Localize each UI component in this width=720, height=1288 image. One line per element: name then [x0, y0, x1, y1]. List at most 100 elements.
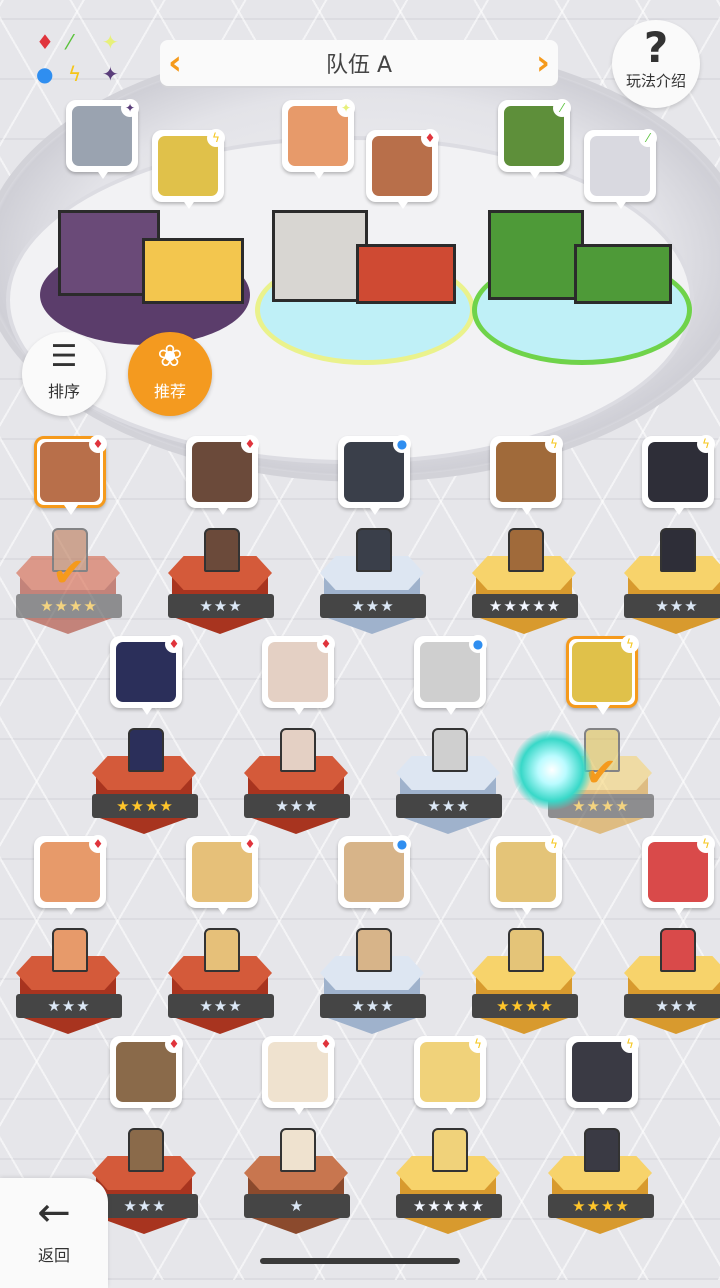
hero-sprite [128, 1128, 164, 1172]
hero-pedestal[interactable]: ★★★★ [92, 728, 198, 836]
tap-effect-glow [512, 730, 592, 810]
portrait-tail [140, 1105, 154, 1115]
star-rating: ★★★★★ [396, 1194, 502, 1218]
hero-pedestal[interactable]: ★★★★★ [396, 1128, 502, 1236]
roster-hero-portrait[interactable]: ϟ [566, 1035, 639, 1115]
element-badge-icon: ϟ [469, 1035, 487, 1053]
roster-hero-portrait[interactable]: ϟ [642, 835, 715, 915]
team-member-portrait[interactable]: ϟ [152, 129, 225, 209]
previous-team-arrow-icon[interactable]: ‹ [164, 40, 186, 86]
roster-hero-portrait[interactable]: ♦ [110, 1035, 183, 1115]
portrait-tail [444, 705, 458, 715]
hero-sprite [660, 928, 696, 972]
roster-hero-portrait[interactable]: ϟ [642, 435, 715, 515]
star-rating: ★★★ [168, 994, 274, 1018]
hero-face [40, 842, 100, 902]
element-badge-icon: ϟ [545, 435, 563, 453]
home-indicator [260, 1258, 460, 1264]
element-badge-icon: ϟ [621, 635, 639, 653]
hero-pedestal[interactable]: ★★★ [396, 728, 502, 836]
portrait-tail [520, 905, 534, 915]
portrait-tail [368, 505, 382, 515]
hero-sprite [432, 728, 468, 772]
hero-pedestal[interactable]: ★★★ [244, 728, 350, 836]
team-member-portrait[interactable]: ✦ [282, 99, 355, 179]
roster-hero-portrait[interactable]: ♦ [262, 1035, 335, 1115]
hero-sprite [432, 1128, 468, 1172]
roster-hero-portrait[interactable]: ● [338, 835, 411, 915]
hero-sprite [280, 1128, 316, 1172]
hero-face [116, 1042, 176, 1102]
hero-sprite [128, 728, 164, 772]
sort-button[interactable]: ☰ 排序 [22, 332, 106, 416]
recommend-button[interactable]: ❀ 推荐 [128, 332, 212, 416]
hero-pedestal[interactable]: ★★★ [168, 928, 274, 1036]
portrait-tail [672, 905, 686, 915]
hero-pedestal[interactable]: ★★★ [624, 528, 720, 636]
help-button[interactable]: ? 玩法介绍 [612, 20, 700, 108]
fire-element-icon: ♦ [36, 30, 54, 54]
element-badge-icon: ⁄ [553, 99, 571, 117]
hero-face [192, 842, 252, 902]
water-element-icon: ● [36, 62, 54, 86]
element-badge-icon: ϟ [697, 835, 715, 853]
hero-pedestal[interactable]: ★ [244, 1128, 350, 1236]
hero-face [116, 642, 176, 702]
hero-pedestal[interactable]: ★★★ [320, 928, 426, 1036]
hero-face [268, 642, 328, 702]
hero-face [40, 442, 100, 502]
portrait-tail [614, 199, 628, 209]
star-rating: ★ [244, 1194, 350, 1218]
roster-hero-portrait[interactable]: ϟ [566, 635, 639, 715]
hero-face [420, 1042, 480, 1102]
element-badge-icon: ♦ [89, 835, 107, 853]
roster-hero-portrait[interactable]: ● [338, 435, 411, 515]
hero-sprite [356, 528, 392, 572]
hero-pedestal[interactable]: ★★★ [320, 528, 426, 636]
team-member-portrait[interactable]: ⁄ [498, 99, 571, 179]
hero-sprite [280, 728, 316, 772]
team-member-portrait[interactable]: ♦ [366, 129, 439, 209]
element-badge-icon: ♦ [317, 1035, 335, 1053]
team-member-portrait[interactable]: ⁄ [584, 129, 657, 209]
star-rating: ★★★ [320, 594, 426, 618]
sort-icon: ☰ [50, 339, 78, 374]
star-rating: ★★★ [16, 994, 122, 1018]
hero-pedestal[interactable]: ★★★ [168, 528, 274, 636]
team-slot-block [356, 244, 456, 304]
element-badge-icon: ♦ [165, 635, 183, 653]
hero-pedestal[interactable]: ★★★ [624, 928, 720, 1036]
team-slot-block [574, 244, 672, 304]
roster-hero-portrait[interactable]: ♦ [186, 835, 259, 915]
hero-pedestal[interactable]: ★★★ [16, 928, 122, 1036]
portrait-tail [292, 705, 306, 715]
hero-pedestal[interactable]: ★★★★ [548, 1128, 654, 1236]
hero-face [648, 842, 708, 902]
roster-hero-portrait[interactable]: ♦ [186, 435, 259, 515]
roster-hero-portrait[interactable]: ♦ [34, 435, 107, 515]
star-rating: ★★★★ [16, 594, 122, 618]
roster-hero-portrait[interactable]: ♦ [34, 835, 107, 915]
recommend-label: 推荐 [153, 382, 186, 401]
portrait-tail [292, 1105, 306, 1115]
hero-pedestal[interactable]: ★★★★ [472, 928, 578, 1036]
team-member-portrait[interactable]: ✦ [66, 99, 139, 179]
element-badge-icon: ♦ [89, 435, 107, 453]
element-badge-icon: ● [469, 635, 487, 653]
portrait-tail [64, 505, 78, 515]
hero-sprite [508, 528, 544, 572]
roster-hero-portrait[interactable]: ● [414, 635, 487, 715]
next-team-arrow-icon[interactable]: › [532, 40, 554, 86]
roster-hero-portrait[interactable]: ϟ [490, 835, 563, 915]
back-arrow-icon: ← [37, 1190, 71, 1236]
roster-hero-portrait[interactable]: ϟ [490, 435, 563, 515]
sort-label: 排序 [47, 382, 80, 401]
roster-hero-portrait[interactable]: ♦ [110, 635, 183, 715]
star-rating: ★★★★ [548, 1194, 654, 1218]
back-button[interactable]: ← 返回 [0, 1178, 108, 1288]
roster-hero-portrait[interactable]: ♦ [262, 635, 335, 715]
element-badge-icon: ♦ [165, 1035, 183, 1053]
hero-sprite [660, 528, 696, 572]
roster-hero-portrait[interactable]: ϟ [414, 1035, 487, 1115]
hero-pedestal[interactable]: ★★★★★ [472, 528, 578, 636]
